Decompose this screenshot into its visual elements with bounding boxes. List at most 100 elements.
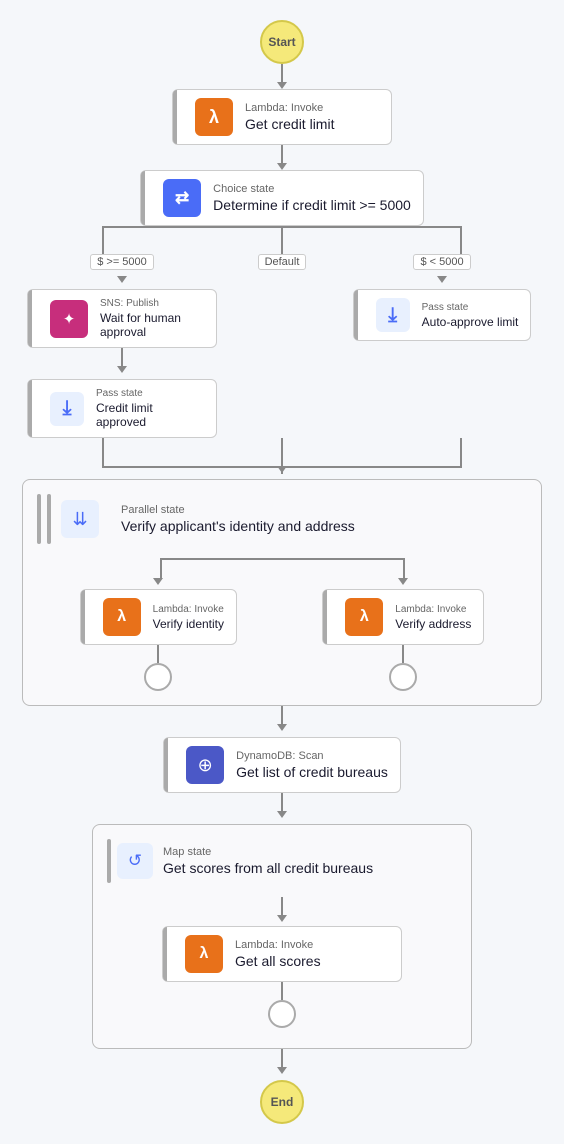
state-name: Verify address <box>395 617 471 631</box>
state-type: Lambda: Invoke <box>235 939 321 951</box>
arrow <box>398 578 408 585</box>
lambda-icon: λ <box>185 935 223 973</box>
dynamo-icon: ⊕ <box>186 746 224 784</box>
branch-label-default: Default <box>258 254 307 270</box>
pass-auto-icon: ⤓ <box>376 298 410 332</box>
state-name: Credit limit approved <box>96 401 204 429</box>
get-credit-limit-box[interactable]: λ Lambda: Invoke Get credit limit <box>172 89 392 145</box>
state-type: Choice state <box>213 183 411 195</box>
state-name: Get list of credit bureaus <box>236 764 388 780</box>
lambda-icon: λ <box>345 598 383 636</box>
branch-address: λ Lambda: Invoke Verify address <box>322 578 484 691</box>
branch-label-lt: $ < 5000 <box>413 254 470 270</box>
state-text: Lambda: Invoke Verify address <box>395 604 471 631</box>
arrow-1 <box>277 82 287 89</box>
parallel-header: ⇊ Parallel state Verify applicant's iden… <box>37 494 527 544</box>
state-type: Pass state <box>96 388 204 399</box>
state-text: Choice state Determine if credit limit >… <box>213 183 411 213</box>
choice-icon: ⇄ <box>163 179 201 217</box>
pass-icon: ⤓ <box>50 392 84 426</box>
left-bar <box>28 380 32 437</box>
left-bar <box>81 590 85 644</box>
state-name: Verify identity <box>153 617 224 631</box>
wait-human-box[interactable]: ✦ SNS: Publish Wait for human approval <box>27 289 217 348</box>
pass-auto-box[interactable]: ⤓ Pass state Auto-approve limit <box>353 289 532 341</box>
start-node: Start <box>260 20 304 64</box>
connector <box>402 645 404 663</box>
connector <box>281 982 283 1000</box>
state-type: Map state <box>163 846 373 858</box>
map-header: ↺ Map state Get scores from all credit b… <box>107 839 457 883</box>
state-name: Auto-approve limit <box>422 315 519 329</box>
branch-identity: λ Lambda: Invoke Verify identity <box>80 578 237 691</box>
arrow-after-parallel <box>277 724 287 731</box>
arrow <box>117 366 127 373</box>
left-bar <box>141 171 145 225</box>
left-bar <box>28 290 32 347</box>
state-type: Parallel state <box>121 504 355 516</box>
state-text: Lambda: Invoke Get all scores <box>235 939 321 969</box>
parallel-container[interactable]: ⇊ Parallel state Verify applicant's iden… <box>22 479 542 706</box>
state-text: Pass state Credit limit approved <box>96 388 204 429</box>
choice-state-box[interactable]: ⇄ Choice state Determine if credit limit… <box>140 170 424 226</box>
arrow-to-map <box>277 811 287 818</box>
arrow-to-end <box>277 1067 287 1074</box>
left-bar <box>354 290 358 340</box>
left-bar <box>173 90 177 144</box>
map-icon: ↺ <box>117 843 153 879</box>
arrow-2 <box>277 163 287 170</box>
get-all-scores-box[interactable]: λ Lambda: Invoke Get all scores <box>162 926 402 982</box>
connector-after-parallel <box>281 706 283 724</box>
arrow <box>153 578 163 585</box>
state-type: Lambda: Invoke <box>153 604 224 615</box>
state-type: SNS: Publish <box>100 298 204 309</box>
state-text: Parallel state Verify applicant's identi… <box>121 504 355 534</box>
state-name: Determine if credit limit >= 5000 <box>213 197 411 213</box>
state-text: Lambda: Invoke Verify identity <box>153 604 224 631</box>
left-bar <box>164 738 168 792</box>
state-text: Map state Get scores from all credit bur… <box>163 846 373 876</box>
state-name: Get scores from all credit bureaus <box>163 860 373 876</box>
connector-to-map <box>281 793 283 811</box>
state-name: Wait for human approval <box>100 311 204 339</box>
state-type: DynamoDB: Scan <box>236 750 388 762</box>
workflow-diagram: Start λ Lambda: Invoke Get credit limit … <box>0 0 564 1144</box>
state-type: Pass state <box>422 302 519 313</box>
state-text: Pass state Auto-approve limit <box>422 302 519 329</box>
left-bar <box>163 927 167 981</box>
arrow-right <box>437 276 447 283</box>
start-label: Start <box>268 35 295 49</box>
state-text: Lambda: Invoke Get credit limit <box>245 102 334 132</box>
state-name: Get credit limit <box>245 116 334 132</box>
end-circle-left <box>144 663 172 691</box>
connector-2 <box>281 145 283 163</box>
parallel-branches: λ Lambda: Invoke Verify identity <box>37 578 527 691</box>
connector <box>157 645 159 663</box>
state-name: Get all scores <box>235 953 321 969</box>
map-container[interactable]: ↺ Map state Get scores from all credit b… <box>92 824 472 1049</box>
dynamo-scan-box[interactable]: ⊕ DynamoDB: Scan Get list of credit bure… <box>163 737 401 793</box>
connector <box>281 897 283 915</box>
end-circle-right <box>389 663 417 691</box>
pass-approved-box[interactable]: ⤓ Pass state Credit limit approved <box>27 379 217 438</box>
end-circle-map <box>268 1000 296 1028</box>
lambda-icon: λ <box>103 598 141 636</box>
connector-to-end <box>281 1049 283 1067</box>
end-label: End <box>271 1095 294 1109</box>
state-type: Lambda: Invoke <box>245 102 334 114</box>
end-node: End <box>260 1080 304 1124</box>
sns-icon: ✦ <box>50 300 88 338</box>
verify-address-box[interactable]: λ Lambda: Invoke Verify address <box>322 589 484 645</box>
state-text: DynamoDB: Scan Get list of credit bureau… <box>236 750 388 780</box>
connector <box>121 348 123 366</box>
parallel-icon: ⇊ <box>61 500 99 538</box>
state-text: SNS: Publish Wait for human approval <box>100 298 204 339</box>
verify-identity-box[interactable]: λ Lambda: Invoke Verify identity <box>80 589 237 645</box>
arrow <box>277 915 287 922</box>
state-type: Lambda: Invoke <box>395 604 471 615</box>
state-name: Verify applicant's identity and address <box>121 518 355 534</box>
lambda-icon: λ <box>195 98 233 136</box>
left-bar <box>323 590 327 644</box>
branch-label-gte: $ >= 5000 <box>90 254 154 270</box>
connector-1 <box>281 64 283 82</box>
